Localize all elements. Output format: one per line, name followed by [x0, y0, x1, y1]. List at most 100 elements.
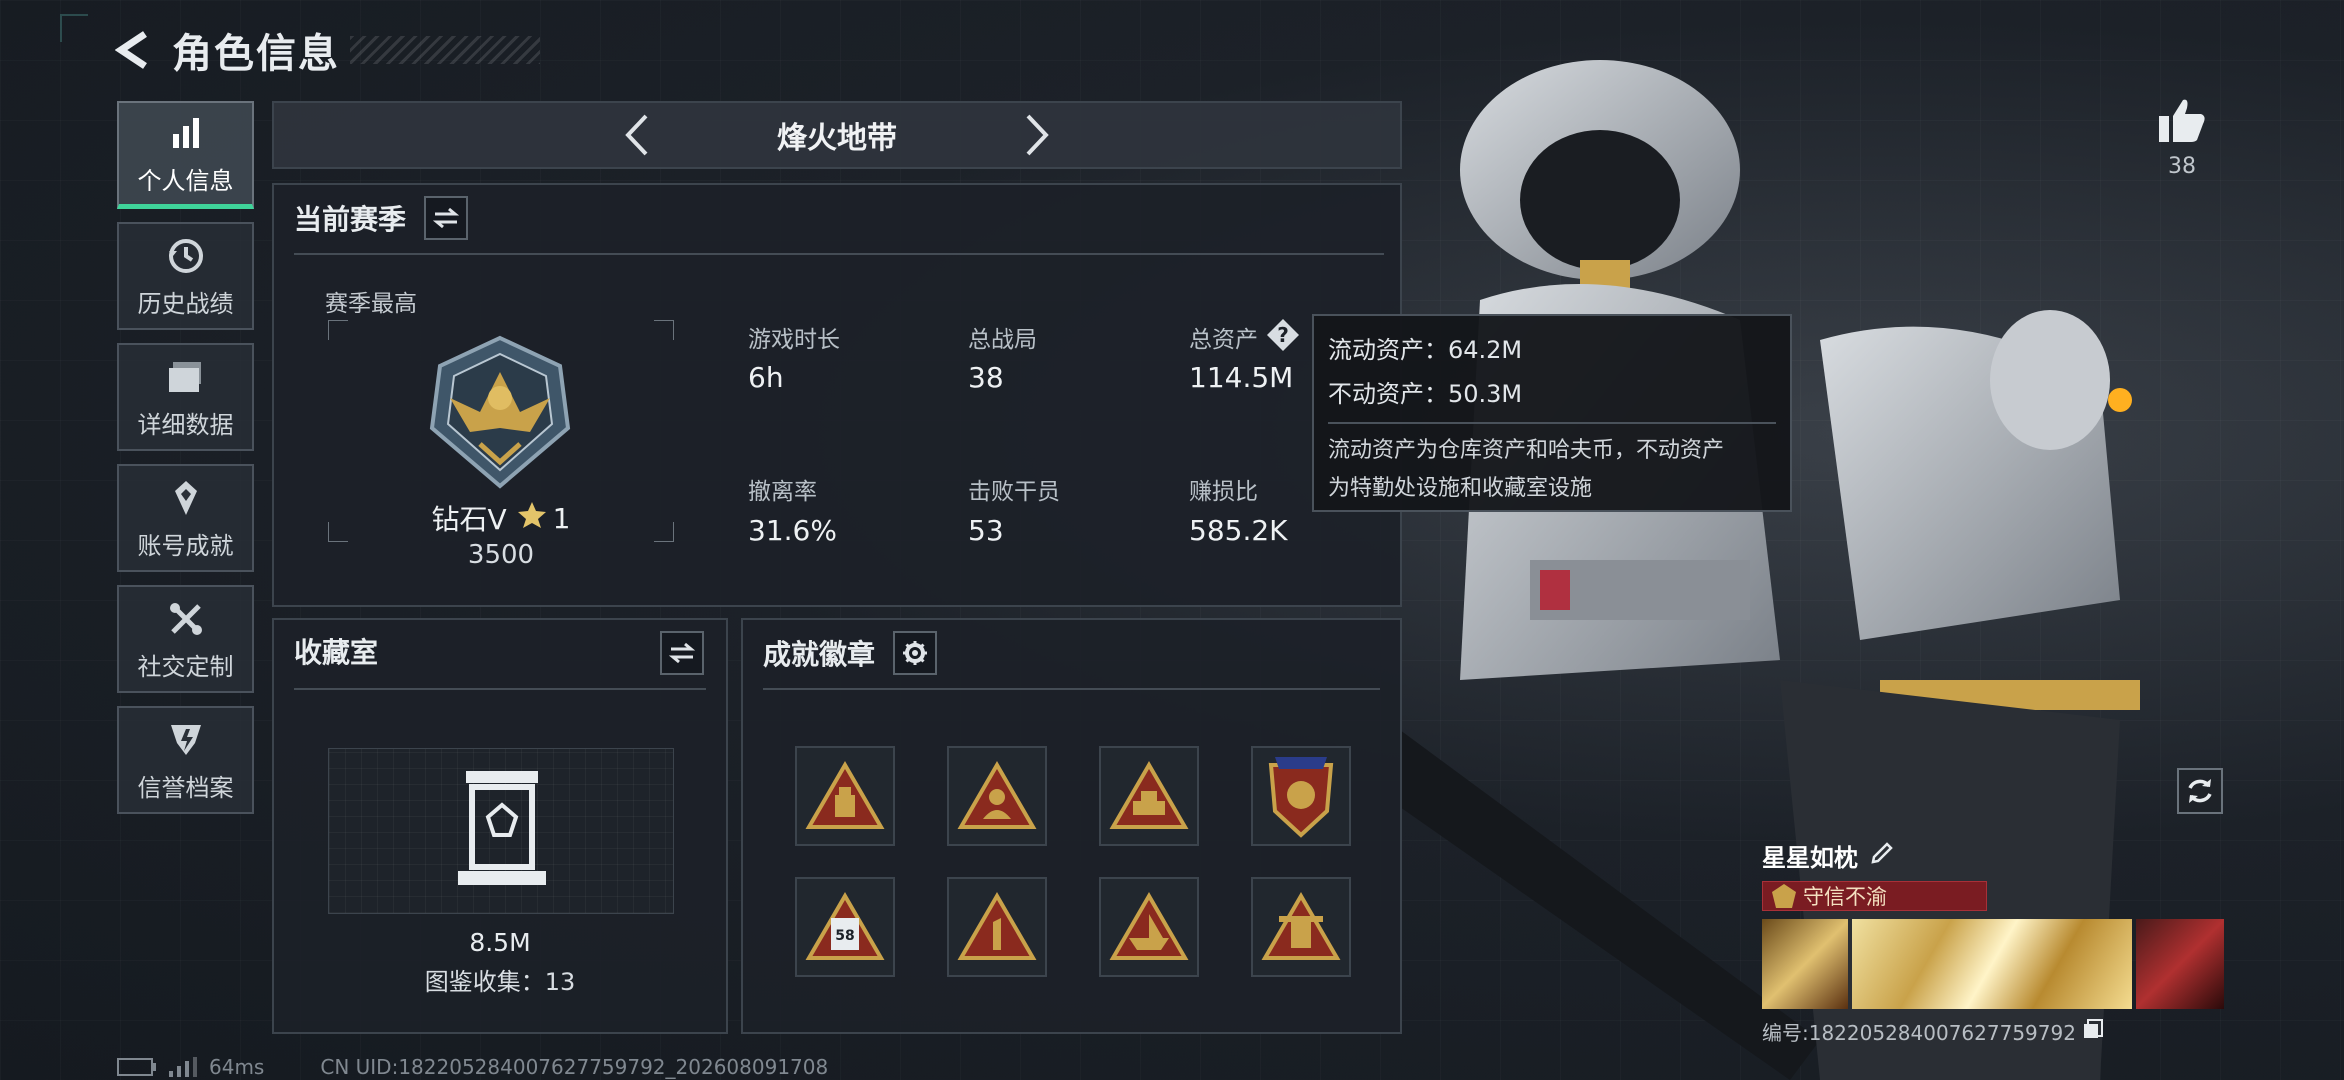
stat-value-extract-rate: 31.6%: [748, 514, 837, 547]
rank-score: 3500: [467, 540, 535, 570]
season-divider: [294, 253, 1384, 255]
badge-slot[interactable]: [1099, 746, 1199, 846]
title-emblem-icon: [1772, 884, 1796, 908]
badge-slot[interactable]: [1251, 746, 1351, 846]
sidebar-item-social[interactable]: 社交定制: [117, 585, 254, 693]
badge-operator-icon: [957, 761, 1037, 829]
edit-name-icon[interactable]: [1870, 841, 1894, 871]
badge-slot[interactable]: 58: [795, 877, 895, 977]
help-icon[interactable]: ?: [1266, 318, 1300, 352]
collection-title: 收藏室: [294, 636, 379, 669]
header: 角色信息: [112, 20, 540, 80]
ping-value: 64ms: [209, 1055, 265, 1079]
svg-text:58: 58: [835, 928, 854, 944]
sidebar-item-label: 账号成就: [137, 531, 234, 560]
swap-collection-button[interactable]: [660, 631, 704, 675]
sidebar-item-label: 历史战绩: [137, 289, 234, 318]
stat-label-matches: 总战局: [968, 327, 1037, 353]
badge-vehicle-icon: [1109, 761, 1189, 829]
stat-value-playtime: 6h: [748, 361, 784, 394]
badge-emblem-icon: [1268, 757, 1334, 838]
sidebar-item-label: 信誉档案: [137, 773, 234, 802]
season-title: 当前赛季: [294, 203, 407, 236]
badge-boat-icon: [1109, 892, 1189, 960]
sidebar-item-personal-info[interactable]: 个人信息: [117, 101, 254, 209]
sidebar-item-credit[interactable]: 信誉档案: [117, 706, 254, 814]
stat-label-assets: 总资产: [1189, 327, 1258, 353]
tooltip-divider: [1328, 422, 1776, 424]
banner-segment: [2136, 919, 2224, 1009]
sidebar-item-detail-data[interactable]: 详细数据: [117, 343, 254, 451]
badge-number-icon: 58: [805, 892, 885, 960]
badges-header: 成就徽章: [763, 631, 938, 675]
sidebar-item-history[interactable]: 历史战绩: [117, 222, 254, 330]
like-button[interactable]: 38: [2150, 96, 2214, 179]
badge-slot[interactable]: [795, 746, 895, 846]
status-bar: 64ms CN UID:1822052840076277597​92_20260…: [117, 1055, 828, 1079]
battery-icon: [117, 1058, 156, 1076]
player-card: 星星如枕 守信不渝 编号:1822052840076277597​92: [1762, 838, 2224, 1046]
badge-slot[interactable]: [947, 877, 1047, 977]
player-id: 编号:1822052840076277597​92: [1762, 1021, 2076, 1045]
badge-first-icon: [957, 892, 1037, 960]
badges-title: 成就徽章: [763, 638, 876, 671]
rank-name-row: 钻石V 1: [426, 498, 576, 538]
like-count: 38: [2168, 154, 2196, 179]
refresh-icon: [2188, 779, 2212, 803]
sidebar-item-label: 社交定制: [137, 652, 234, 681]
sidebar-item-achievements[interactable]: 账号成就: [117, 464, 254, 572]
stat-value-assets: 114.5M: [1189, 361, 1294, 394]
achievement-icon: [167, 476, 205, 520]
rank-name: 钻石V: [431, 503, 507, 536]
season-header: 当前赛季: [294, 196, 469, 240]
mode-name: 烽火地带: [777, 121, 897, 156]
next-mode-button[interactable]: [1007, 105, 1067, 165]
collection-count: 图鉴收集：13: [424, 968, 576, 996]
swap-season-button[interactable]: [424, 196, 469, 240]
collection-room-preview[interactable]: [328, 748, 674, 914]
back-arrow-icon[interactable]: [112, 27, 158, 73]
sidebar-item-label: 个人信息: [137, 167, 234, 195]
copy-icon[interactable]: [2082, 1018, 2104, 1045]
folder-data-icon: [167, 355, 205, 399]
corner-decoration: [60, 14, 88, 42]
stat-label-playtime: 游戏时长: [748, 327, 840, 353]
badge-slot[interactable]: [947, 746, 1047, 846]
prev-mode-button[interactable]: [607, 105, 667, 165]
badge-tower-icon: [1261, 892, 1341, 960]
collection-case-icon: [454, 771, 550, 893]
stat-label-extract-rate: 撤离率: [748, 479, 817, 505]
history-clock-icon: [167, 234, 205, 278]
star-icon: [517, 500, 547, 537]
player-name: 星星如枕: [1762, 844, 1858, 872]
rank-stars: 1: [552, 501, 571, 535]
stat-label-kills: 击败干员: [968, 479, 1060, 505]
refresh-button[interactable]: [2177, 768, 2223, 814]
badge-settings-button[interactable]: [893, 631, 938, 675]
badge-slot[interactable]: [1099, 877, 1199, 977]
assets-tooltip: 流动资产：64.2M 不动资产：50.3M 流动资产为仓库资产和哈夫币，不动资产…: [1312, 314, 1792, 512]
player-banner[interactable]: [1762, 919, 2224, 1009]
player-name-row: 星星如枕: [1762, 838, 2224, 873]
tooltip-desc-2: 为特勤处设施和收藏室设施: [1328, 476, 1593, 501]
badge-slot[interactable]: [1251, 877, 1351, 977]
collection-divider: [294, 688, 706, 690]
signal-icon: [169, 1057, 197, 1077]
stat-label-profit-ratio: 赚损比: [1189, 479, 1258, 505]
stat-value-profit-ratio: 585.2K: [1189, 514, 1288, 547]
page-title: 角色信息: [172, 31, 340, 77]
title-stripes: [350, 36, 540, 64]
player-title-text: 守信不渝: [1803, 885, 1887, 909]
badges-divider: [763, 688, 1380, 690]
rank-emblem-icon: [420, 332, 580, 492]
badge-crate-icon: [805, 761, 885, 829]
banner-segment: [1762, 919, 1848, 1009]
tooltip-fixed: 不动资产：50.3M: [1328, 380, 1523, 408]
uid-text: CN UID:1822052840076277597​92_2026080917…: [320, 1055, 829, 1079]
sidebar: 个人信息 历史战绩 详细数据 账号成就 社交定制 信誉档案: [117, 101, 254, 827]
banner-segment: [1852, 919, 2132, 1009]
thumbs-up-icon: [2159, 99, 2205, 142]
bar-chart-icon: [169, 111, 203, 155]
player-title-tag[interactable]: 守信不渝: [1762, 881, 1987, 911]
stat-value-kills: 53: [968, 514, 1004, 547]
